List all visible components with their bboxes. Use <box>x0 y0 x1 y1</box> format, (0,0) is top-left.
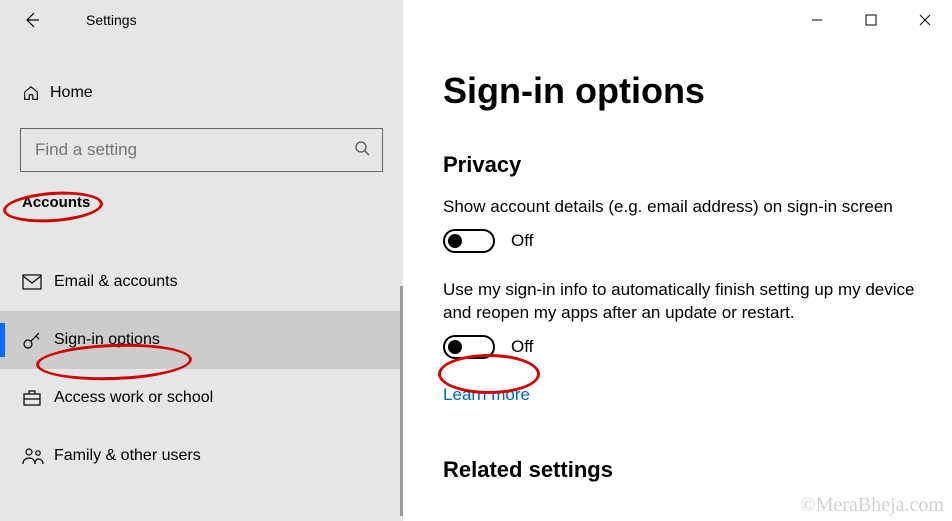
privacy-heading: Privacy <box>443 152 916 178</box>
nav-family-users[interactable]: Family & other users <box>0 427 403 485</box>
toggle-auto-signin[interactable] <box>443 335 495 359</box>
nav-label: Email & accounts <box>54 273 178 291</box>
setting-auto-signin-desc: Use my sign-in info to automatically fin… <box>443 279 916 325</box>
home-nav[interactable]: Home <box>0 76 403 110</box>
search-icon <box>354 140 370 161</box>
page-title: Sign-in options <box>443 70 916 112</box>
toggle-auto-signin-state: Off <box>511 337 533 357</box>
toggle-knob <box>448 340 462 354</box>
people-icon <box>22 447 54 465</box>
section-label-accounts: Accounts <box>22 194 90 211</box>
related-settings-heading: Related settings <box>443 457 916 483</box>
toggle-show-account-state: Off <box>511 231 533 251</box>
maximize-button[interactable] <box>844 0 898 40</box>
app-title: Settings <box>86 12 137 28</box>
nav-label: Sign-in options <box>54 331 160 349</box>
home-icon <box>22 84 50 102</box>
search-input-container[interactable] <box>20 128 383 172</box>
mail-icon <box>22 274 54 290</box>
key-icon <box>22 330 54 350</box>
toggle-knob <box>448 234 462 248</box>
nav-signin-options[interactable]: Sign-in options <box>0 311 403 369</box>
nav-label: Access work or school <box>54 389 213 407</box>
minimize-button[interactable] <box>790 0 844 40</box>
nav-email-accounts[interactable]: Email & accounts <box>0 253 403 311</box>
nav-access-work-school[interactable]: Access work or school <box>0 369 403 427</box>
toggle-show-account[interactable] <box>443 229 495 253</box>
back-button[interactable] <box>18 6 46 34</box>
close-button[interactable] <box>898 0 952 40</box>
learn-more-link[interactable]: Learn more <box>443 385 530 405</box>
search-input[interactable] <box>33 139 354 161</box>
home-label: Home <box>50 84 93 102</box>
briefcase-icon <box>22 389 54 407</box>
nav-label: Family & other users <box>54 447 201 465</box>
setting-show-account-desc: Show account details (e.g. email address… <box>443 196 916 219</box>
